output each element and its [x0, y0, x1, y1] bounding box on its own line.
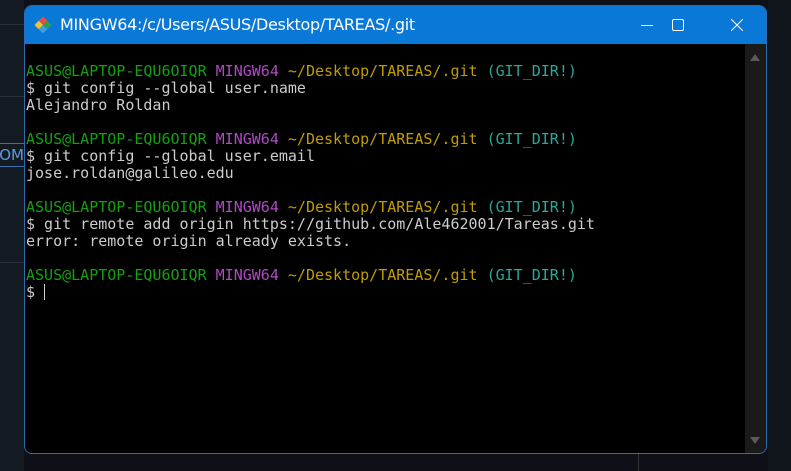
git-bash-icon	[34, 16, 52, 34]
scrollbar[interactable]	[745, 44, 766, 453]
system-name: MINGW64	[215, 198, 279, 216]
background-divider	[0, 24, 24, 25]
git-branch: (GIT_DIR!)	[486, 130, 577, 148]
prompt-line: ASUS@LAPTOP-EQU6OIQR MINGW64 ~/Desktop/T…	[26, 199, 746, 216]
command-line: $ git config --global user.email	[26, 147, 315, 165]
cwd-path: ~/Desktop/TAREAS/.git	[287, 130, 478, 148]
system-name: MINGW64	[215, 130, 279, 148]
command-output: Alejandro Roldan	[26, 96, 171, 114]
background-divider	[638, 454, 639, 471]
close-icon	[731, 19, 743, 31]
system-name: MINGW64	[215, 62, 279, 80]
command-line: $ git config --global user.name	[26, 79, 306, 97]
cwd-path: ~/Desktop/TAREAS/.git	[287, 266, 478, 284]
background-partial-text: OM	[0, 143, 24, 167]
terminal-window: MINGW64:/c/Users/ASUS/Desktop/TAREAS/.gi…	[24, 5, 767, 454]
background-divider	[0, 262, 24, 263]
text-cursor	[44, 284, 46, 300]
scroll-up-icon[interactable]	[750, 54, 760, 61]
cwd-path: ~/Desktop/TAREAS/.git	[287, 62, 478, 80]
git-branch: (GIT_DIR!)	[486, 266, 577, 284]
user-host: ASUS@LAPTOP-EQU6OIQR	[26, 130, 207, 148]
user-host: ASUS@LAPTOP-EQU6OIQR	[26, 198, 207, 216]
prompt-line: ASUS@LAPTOP-EQU6OIQR MINGW64 ~/Desktop/T…	[26, 267, 746, 284]
close-button[interactable]	[714, 6, 760, 44]
window-title: MINGW64:/c/Users/ASUS/Desktop/TAREAS/.gi…	[60, 15, 415, 34]
background-panel	[0, 0, 24, 471]
terminal-output[interactable]: ASUS@LAPTOP-EQU6OIQR MINGW64 ~/Desktop/T…	[25, 44, 746, 453]
git-branch: (GIT_DIR!)	[486, 62, 577, 80]
maximize-icon	[672, 19, 684, 31]
minimize-icon	[641, 25, 653, 26]
background-panel-right	[768, 0, 791, 471]
background-divider	[0, 96, 24, 97]
prompt-line: ASUS@LAPTOP-EQU6OIQR MINGW64 ~/Desktop/T…	[26, 131, 746, 148]
user-host: ASUS@LAPTOP-EQU6OIQR	[26, 266, 207, 284]
input-line[interactable]: $	[26, 284, 746, 301]
prompt-line: ASUS@LAPTOP-EQU6OIQR MINGW64 ~/Desktop/T…	[26, 63, 746, 80]
system-name: MINGW64	[215, 266, 279, 284]
maximize-button[interactable]	[655, 6, 701, 44]
git-branch: (GIT_DIR!)	[486, 198, 577, 216]
prompt-symbol: $	[26, 283, 45, 301]
command-output: jose.roldan@galileo.edu	[26, 164, 234, 182]
title-bar[interactable]: MINGW64:/c/Users/ASUS/Desktop/TAREAS/.gi…	[25, 6, 766, 44]
scroll-down-icon[interactable]	[750, 437, 760, 444]
error-output: error: remote origin already exists.	[26, 232, 352, 250]
command-line: $ git remote add origin https://github.c…	[26, 215, 595, 233]
cwd-path: ~/Desktop/TAREAS/.git	[287, 198, 478, 216]
user-host: ASUS@LAPTOP-EQU6OIQR	[26, 62, 207, 80]
